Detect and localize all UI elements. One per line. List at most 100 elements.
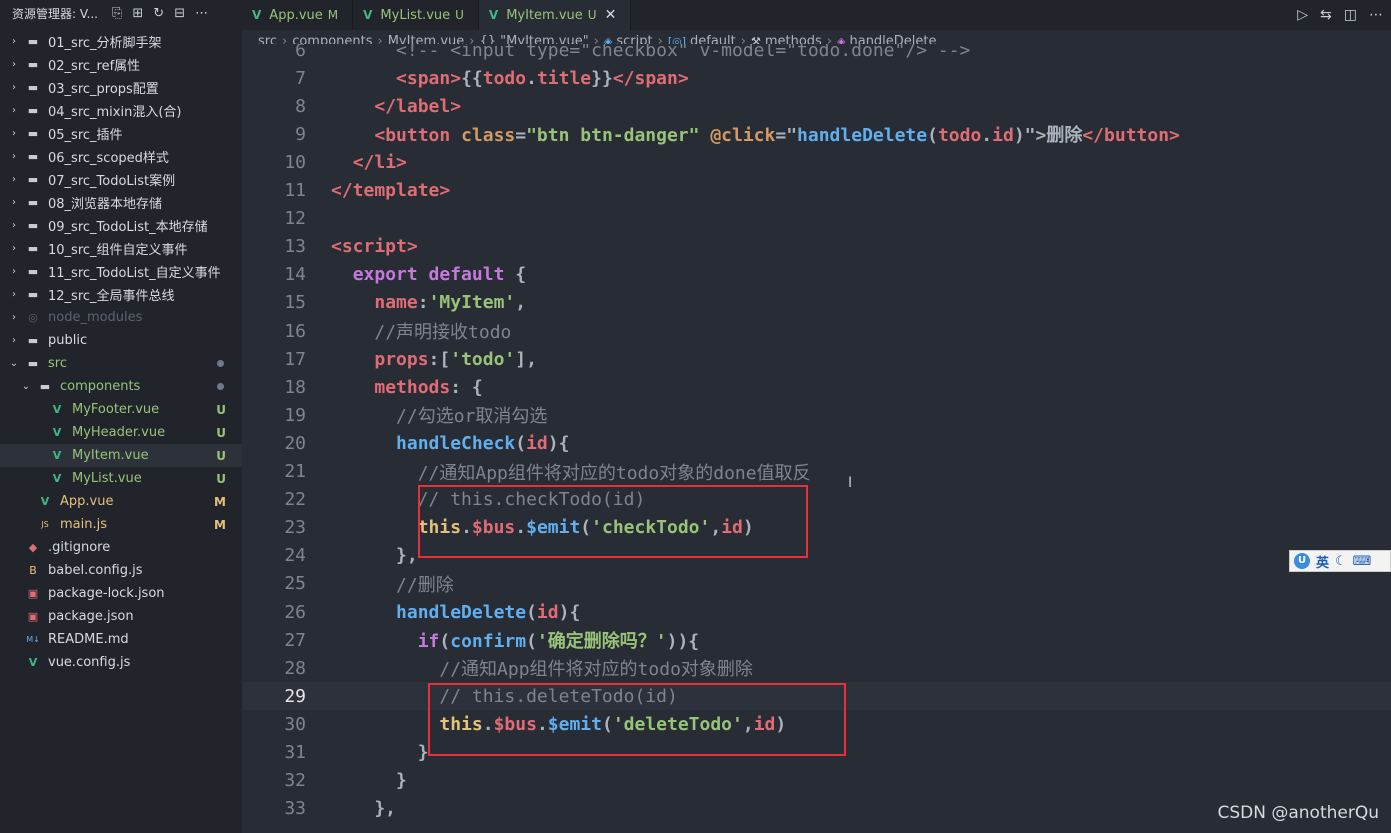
code-line[interactable]: 9 <button class="btn btn-danger" @click=… xyxy=(242,120,1391,148)
code-content: props:['todo'], xyxy=(331,349,537,370)
code-line[interactable]: 27 if(confirm('确定删除吗？')){ xyxy=(242,626,1391,654)
code-line[interactable]: 14 export default { xyxy=(242,261,1391,289)
token-prop: todo xyxy=(482,67,527,89)
tree-item[interactable]: ⌄ ▬ components xyxy=(0,375,242,398)
tab-myitem-vue[interactable]: V MyItem.vue U ✕ xyxy=(478,0,632,30)
tree-item-label: public xyxy=(48,333,88,348)
code-line[interactable]: 10 </li> xyxy=(242,148,1391,176)
line-number: 25 xyxy=(284,573,306,595)
tab-mylist-vue[interactable]: V MyList.vue U xyxy=(353,0,479,30)
code-line[interactable]: 18 methods: { xyxy=(242,373,1391,401)
code-line[interactable]: 32 } xyxy=(242,767,1391,795)
tree-item[interactable]: › ▬ 05_src_插件 xyxy=(0,122,242,145)
js-file-icon: JS xyxy=(41,520,49,529)
token-prop: id xyxy=(536,601,559,623)
split-editor-icon[interactable]: ◫ xyxy=(1344,7,1357,23)
chevron-right-icon: › xyxy=(12,312,16,323)
code-line[interactable]: 26 handleDelete(id){ xyxy=(242,598,1391,626)
tree-item-label: 01_src_分析脚手架 xyxy=(48,36,162,51)
tree-item[interactable]: ▣ package-lock.json xyxy=(0,582,242,605)
tree-item[interactable]: › ▬ 01_src_分析脚手架 xyxy=(0,30,242,53)
tree-item[interactable]: › ▬ 11_src_TodoList_自定义事件 xyxy=(0,260,242,283)
code-line[interactable]: 23 this.$bus.$emit('checkTodo',id) xyxy=(242,514,1391,542)
token-text: ( xyxy=(927,125,938,147)
folder-icon: ▬ xyxy=(39,380,51,393)
tree-item[interactable]: › ▬ 07_src_TodoList案例 xyxy=(0,168,242,191)
tree-item[interactable]: Bbabel.config.js xyxy=(0,559,242,582)
more-icon[interactable]: ⋯ xyxy=(195,6,208,21)
tree-item[interactable]: V App.vue M xyxy=(0,490,242,513)
code-line[interactable]: 21 //通知App组件将对应的todo对象的done值取反 xyxy=(242,458,1391,486)
text-cursor-icon: I xyxy=(848,475,853,491)
git-status-badge: U xyxy=(216,471,226,486)
tree-item[interactable]: Vvue.config.js xyxy=(0,651,242,674)
refresh-icon[interactable]: ↻ xyxy=(153,6,164,21)
code-line[interactable]: 24 }, xyxy=(242,542,1391,570)
line-number: 7 xyxy=(295,67,306,89)
code-line[interactable]: 13 <script> xyxy=(242,233,1391,261)
token-text: } xyxy=(331,770,407,792)
tree-item[interactable]: JS main.js M xyxy=(0,513,242,536)
code-line[interactable]: 19 //勾选or取消勾选 xyxy=(242,401,1391,429)
more-icon[interactable]: ⋯ xyxy=(1369,7,1383,23)
new-folder-icon[interactable]: ⊞ xyxy=(132,6,143,21)
run-icon[interactable]: ▷ xyxy=(1297,7,1308,23)
code-line[interactable]: 7 <span>{{todo.title}}</span> xyxy=(242,64,1391,92)
tree-item-label: .gitignore xyxy=(48,540,111,555)
tree-item[interactable]: ▣ package.json xyxy=(0,605,242,628)
token-text: ( xyxy=(439,631,451,653)
tree-item[interactable]: V MyItem.vue U xyxy=(0,444,242,467)
tree-item[interactable]: V MyList.vue U xyxy=(0,467,242,490)
new-file-icon[interactable]: ⎘ xyxy=(112,6,122,21)
tree-item[interactable]: V MyFooter.vue U xyxy=(0,398,242,421)
code-line[interactable]: 8 </label> xyxy=(242,92,1391,120)
ime-widget[interactable]: U 英 ☾ ⌨ xyxy=(1289,550,1391,572)
tree-item[interactable]: › ◎ node_modules xyxy=(0,306,242,329)
tree-item[interactable]: › ▬ 12_src_全局事件总线 xyxy=(0,283,242,306)
tree-item[interactable]: › ▬ 10_src_组件自定义事件 xyxy=(0,237,242,260)
code-line[interactable]: 12 xyxy=(242,205,1391,233)
token-text: ], xyxy=(515,348,537,370)
token-cmt: //勾选or取消勾选 xyxy=(396,406,548,428)
tree-item[interactable]: M↓ README.md xyxy=(0,628,242,651)
tree-item[interactable]: › ▬ 02_src_ref属性 xyxy=(0,53,242,76)
tree-item[interactable]: V MyHeader.vue U xyxy=(0,421,242,444)
code-line[interactable]: 17 props:['todo'], xyxy=(242,345,1391,373)
token-tag: </li> xyxy=(352,151,407,173)
tree-item-label: 02_src_ref属性 xyxy=(48,59,141,74)
tree-item[interactable]: ◆ .gitignore xyxy=(0,536,242,559)
token-cmt: //声明接收todo xyxy=(374,322,512,343)
close-icon[interactable]: ✕ xyxy=(605,7,617,23)
collapse-icon[interactable]: ⊟ xyxy=(174,6,185,21)
tab-app-vue[interactable]: V App.vue M xyxy=(242,0,354,30)
token-text: ( xyxy=(526,601,537,623)
code-line[interactable]: 20 handleCheck(id){ xyxy=(242,429,1391,457)
line-number: 8 xyxy=(295,95,306,117)
tree-item[interactable]: › ▬ 04_src_mixin混入(合) xyxy=(0,99,242,122)
tree-item[interactable]: ⌄ ▬ src xyxy=(0,352,242,375)
tree-item[interactable]: › ▬ public xyxy=(0,329,242,352)
tree-item[interactable]: › ▬ 03_src_props配置 xyxy=(0,76,242,99)
code-line[interactable]: 28 //通知App组件将对应的todo对象删除 xyxy=(242,654,1391,682)
token-tag: </template> xyxy=(331,180,451,201)
tree-item[interactable]: › ▬ 08_浏览器本地存储 xyxy=(0,191,242,214)
code-line[interactable]: 22 // this.checkTodo(id) xyxy=(242,486,1391,514)
code-content: handleDelete(id){ xyxy=(331,602,580,623)
code-content: <script> xyxy=(331,236,418,257)
tree-item[interactable]: › ▬ 06_src_scoped样式 xyxy=(0,145,242,168)
compare-icon[interactable]: ⇆ xyxy=(1320,7,1332,23)
chevron-down-icon: ⌄ xyxy=(9,358,19,369)
code-line[interactable]: 11 </template> xyxy=(242,177,1391,205)
code-line[interactable]: 15 name:'MyItem', xyxy=(242,289,1391,317)
code-line[interactable]: 25 //删除 xyxy=(242,570,1391,598)
code-line[interactable]: 16 //声明接收todo xyxy=(242,317,1391,345)
code-editor[interactable]: 6 <!-- <input type="checkbox" v-model="t… xyxy=(242,44,1391,833)
tree-item-label: MyItem.vue xyxy=(72,448,149,463)
chevron-right-icon: › xyxy=(12,59,16,70)
folder-icon: ▬ xyxy=(27,219,39,232)
code-line[interactable]: 6 <!-- <input type="checkbox" v-model="t… xyxy=(242,44,1391,64)
token-text: =" xyxy=(775,125,798,147)
tree-item[interactable]: › ▬ 09_src_TodoList_本地存储 xyxy=(0,214,242,237)
